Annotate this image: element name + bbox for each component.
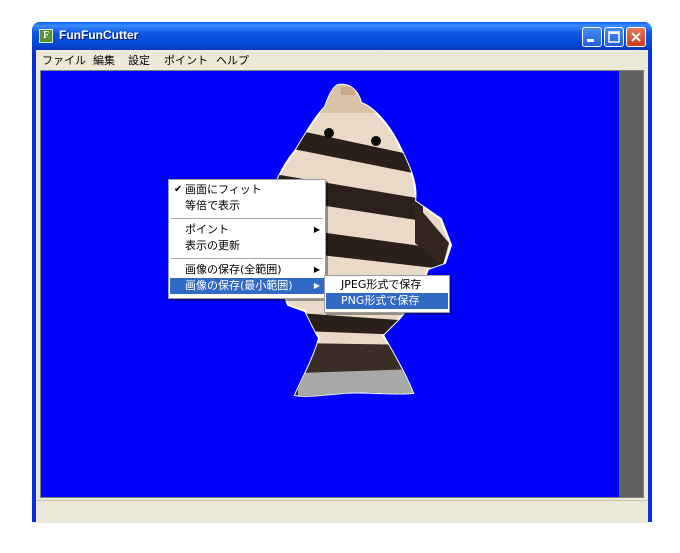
maximize-icon: [608, 31, 620, 43]
minimize-icon: [587, 39, 594, 42]
image-view[interactable]: ✔ 画面にフィット 等倍で表示 ポイント ▶ 表示の更新 画像の保存(全範囲) …: [40, 70, 644, 498]
menu-item-point[interactable]: ポイント ▶: [170, 222, 324, 238]
menu-settings[interactable]: 設定: [128, 52, 150, 68]
title-bar[interactable]: F FunFunCutter: [32, 22, 652, 50]
menu-bar: ファイル 編集 設定 ポイント ヘルプ: [36, 50, 648, 68]
menu-item-fit-to-screen[interactable]: ✔ 画面にフィット: [170, 182, 324, 198]
menu-separator: [171, 218, 323, 219]
close-icon: [631, 32, 641, 42]
menu-item-refresh[interactable]: 表示の更新: [170, 238, 324, 254]
close-button[interactable]: [626, 27, 646, 47]
menu-separator: [171, 258, 323, 259]
scroll-area[interactable]: [619, 71, 643, 497]
maximize-button[interactable]: [604, 27, 624, 47]
menu-item-save-jpeg[interactable]: JPEG形式で保存: [326, 277, 448, 293]
menu-item-save-min[interactable]: 画像の保存(最小範囲) ▶: [170, 278, 324, 294]
minimize-button[interactable]: [582, 27, 602, 47]
submenu-arrow-icon: ▶: [313, 225, 320, 234]
context-menu: ✔ 画面にフィット 等倍で表示 ポイント ▶ 表示の更新 画像の保存(全範囲) …: [168, 179, 326, 299]
app-window: F FunFunCutter ファイル 編集 設定 ポイント ヘルプ ✔ 画面に…: [32, 22, 652, 523]
menu-file[interactable]: ファイル: [42, 52, 86, 68]
menu-edit[interactable]: 編集: [93, 52, 115, 68]
window-client: ファイル 編集 設定 ポイント ヘルプ ✔ 画面にフィット 等倍で表示 ポイント…: [36, 50, 648, 523]
window-title: FunFunCutter: [59, 28, 139, 42]
menu-item-actual-size[interactable]: 等倍で表示: [170, 198, 324, 214]
menu-item-save-full[interactable]: 画像の保存(全範囲) ▶: [170, 262, 324, 278]
submenu: JPEG形式で保存 PNG形式で保存: [324, 275, 450, 313]
check-icon: ✔: [174, 184, 183, 195]
submenu-arrow-icon: ▶: [313, 281, 320, 290]
image-canvas[interactable]: ✔ 画面にフィット 等倍で表示 ポイント ▶ 表示の更新 画像の保存(全範囲) …: [43, 73, 617, 495]
menu-point[interactable]: ポイント: [164, 52, 208, 68]
status-bar: [36, 500, 648, 523]
menu-help[interactable]: ヘルプ: [216, 52, 249, 68]
submenu-arrow-icon: ▶: [313, 265, 320, 274]
menu-item-save-png[interactable]: PNG形式で保存: [326, 293, 448, 309]
app-icon[interactable]: F: [39, 29, 53, 43]
